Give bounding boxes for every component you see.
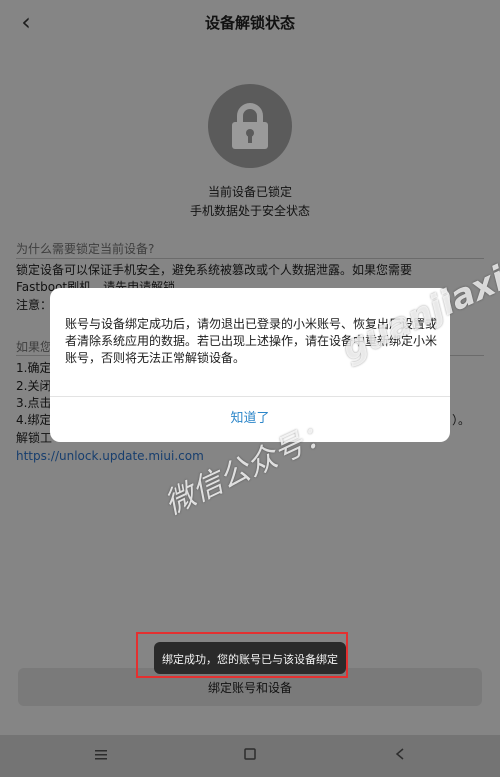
lock-status-subtext: 手机数据处于安全状态	[189, 204, 310, 218]
toast-message: 绑定成功，您的账号已与该设备绑定	[162, 653, 338, 666]
howto-title: 如果您	[16, 340, 53, 354]
page-title: 设备解锁状态	[204, 14, 295, 32]
home-square-icon[interactable]	[237, 743, 263, 769]
dialog-ok-button[interactable]: 知道了	[50, 396, 450, 442]
menu-icon[interactable]	[88, 743, 114, 769]
toast: 绑定成功，您的账号已与该设备绑定	[154, 642, 346, 674]
app-header: ‹ 设备解锁状态	[0, 0, 500, 44]
back-triangle-icon[interactable]	[387, 743, 413, 769]
why-lock-line-1: 锁定设备可以保证手机安全，避免系统被篡改或个人数据泄露。如果您需要	[16, 263, 413, 277]
bind-account-button-label: 绑定账号和设备	[207, 681, 292, 695]
why-lock-title: 为什么需要锁定当前设备?	[16, 242, 155, 256]
lock-icon	[208, 84, 292, 168]
divider	[16, 258, 484, 259]
system-nav-bar	[0, 735, 500, 777]
howto-step-4-suffix: ）。	[452, 413, 471, 427]
unlock-link[interactable]: https://unlock.update.miui.com	[16, 449, 204, 463]
lock-status-text: 当前设备已锁定	[207, 185, 292, 199]
